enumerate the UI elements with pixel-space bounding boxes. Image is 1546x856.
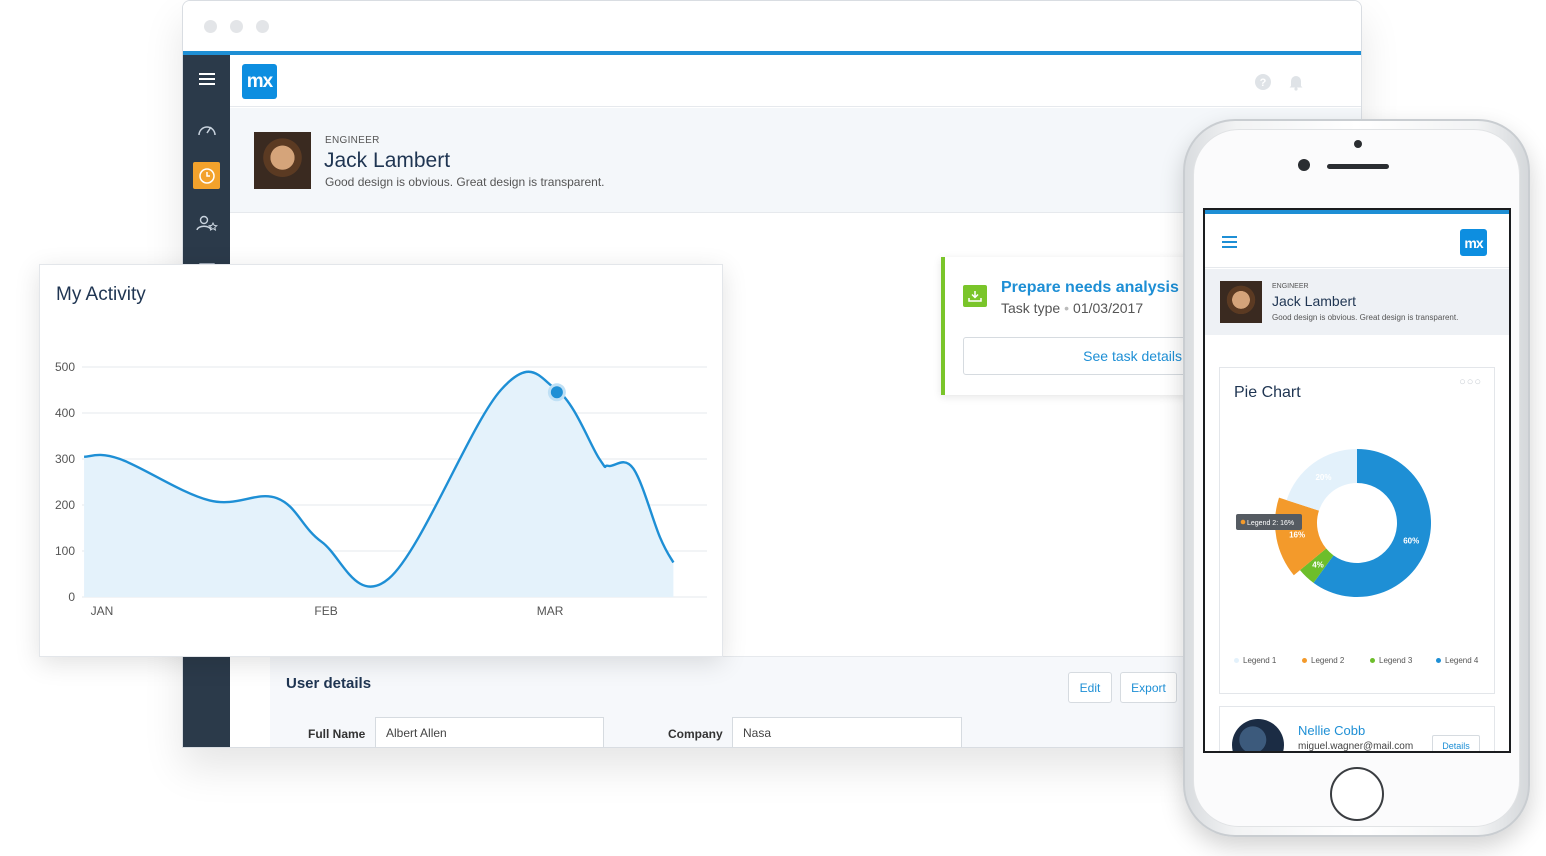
- profile-tagline: Good design is obvious. Great design is …: [325, 175, 605, 189]
- phone-home-button[interactable]: [1330, 767, 1384, 821]
- full-name-field[interactable]: Albert Allen: [375, 717, 604, 747]
- users-star-icon[interactable]: [193, 209, 220, 236]
- mobile-profile-role: ENGINEER: [1272, 283, 1309, 290]
- slice-label: 20%: [1315, 473, 1331, 482]
- legend-label-2: Legend 2: [1311, 656, 1345, 665]
- mobile-profile-tagline: Good design is obvious. Great design is …: [1272, 313, 1459, 322]
- legend-item-4: Legend 4: [1436, 656, 1478, 665]
- task-meta: Task type • 01/03/2017: [1001, 300, 1143, 316]
- top-bar: mx ?: [230, 55, 1361, 107]
- mobile-profile-photo: [1220, 281, 1262, 323]
- legend-swatch-2: [1302, 658, 1307, 663]
- browser-chrome: [183, 1, 1361, 51]
- pie-tooltip: Legend 2: 16%: [1236, 514, 1302, 530]
- edit-button[interactable]: Edit: [1068, 672, 1112, 703]
- task-type: Task type: [1001, 300, 1061, 316]
- phone-speaker: [1327, 164, 1389, 169]
- mx-logo[interactable]: mx: [242, 64, 277, 99]
- mobile-top-bar: mx: [1205, 214, 1509, 268]
- contact-email: miguel.wagner@mail.com: [1298, 741, 1414, 752]
- window-maximize-dot[interactable]: [256, 20, 269, 33]
- bell-icon[interactable]: [1287, 73, 1305, 91]
- contact-avatar: [1232, 719, 1284, 751]
- slice-label: 4%: [1312, 561, 1324, 570]
- highlight-point[interactable]: [550, 386, 563, 399]
- legend-swatch-1: [1234, 658, 1239, 663]
- legend-item-3: Legend 3: [1370, 656, 1412, 665]
- company-field[interactable]: Nasa: [732, 717, 962, 747]
- pie-chart: 60% 4% 16% 20% Legend 2: 16%: [1236, 449, 1431, 597]
- y-tick-label: 100: [55, 544, 75, 558]
- tooltip-swatch: [1240, 519, 1246, 525]
- slice-label: 60%: [1403, 537, 1419, 546]
- phone-screen: mx ENGINEER Jack Lambert Good design is …: [1203, 208, 1511, 753]
- task-card: Prepare needs analysis d Task type • 01/03…: [941, 257, 1203, 395]
- clock-icon[interactable]: [193, 162, 220, 189]
- legend-item-2: Legend 2: [1302, 656, 1344, 665]
- profile-photo: [254, 132, 311, 189]
- mobile-menu-icon[interactable]: [1222, 236, 1238, 249]
- dashboard-icon[interactable]: [193, 115, 220, 142]
- tooltip-text: Legend 2: 16%: [1247, 520, 1294, 527]
- see-task-details-button[interactable]: See task details: [963, 337, 1203, 375]
- legend-swatch-3: [1370, 658, 1375, 663]
- mobile-profile-header: ENGINEER Jack Lambert Good design is obv…: [1205, 269, 1509, 335]
- activity-chart: 0 100 200 300 400 500 JAN FEB MAR: [55, 360, 707, 618]
- slice-label: 16%: [1289, 530, 1305, 539]
- user-details-title: User details: [286, 675, 372, 692]
- task-separator: •: [1064, 300, 1070, 316]
- menu-icon[interactable]: [193, 65, 220, 92]
- mobile-profile-name: Jack Lambert: [1272, 293, 1357, 309]
- legend-swatch-4: [1436, 658, 1441, 663]
- activity-card: My Activity 0 100 200 300 400 500 JAN FEB MAR: [39, 264, 723, 657]
- contact-card: Nellie Cobb miguel.wagner@mail.com Detai…: [1219, 706, 1495, 752]
- y-tick-label: 500: [55, 360, 75, 374]
- phone-sensor: [1354, 140, 1362, 148]
- svg-text:?: ?: [1260, 77, 1267, 89]
- profile-name: Jack Lambert: [324, 149, 451, 172]
- legend-label-1: Legend 1: [1243, 656, 1277, 665]
- profile-role: ENGINEER: [325, 135, 380, 146]
- full-name-label: Full Name: [308, 727, 366, 741]
- contact-name[interactable]: Nellie Cobb: [1298, 723, 1365, 738]
- pie-chart-card: Pie Chart ○○○ 60% 4% 16% 20% Legend 2: 16% L…: [1219, 367, 1495, 694]
- window-close-dot[interactable]: [204, 20, 217, 33]
- task-date: 01/03/2017: [1073, 300, 1144, 316]
- legend-label-3: Legend 3: [1379, 656, 1413, 665]
- window-minimize-dot[interactable]: [230, 20, 243, 33]
- task-title[interactable]: Prepare needs analysis d: [1001, 279, 1193, 297]
- legend-item-1: Legend 1: [1234, 656, 1276, 665]
- x-tick-label: MAR: [537, 604, 564, 618]
- inbox-download-icon: [963, 285, 987, 307]
- y-tick-label: 200: [55, 498, 75, 512]
- legend-label-4: Legend 4: [1445, 656, 1479, 665]
- y-tick-label: 0: [68, 590, 75, 604]
- help-icon[interactable]: ?: [1254, 73, 1272, 91]
- x-tick-label: FEB: [314, 604, 337, 618]
- export-button[interactable]: Export: [1120, 672, 1177, 703]
- contact-details-button[interactable]: Details: [1432, 735, 1480, 751]
- y-tick-label: 400: [55, 406, 75, 420]
- y-tick-label: 300: [55, 452, 75, 466]
- phone-camera: [1298, 159, 1310, 171]
- mobile-mx-logo[interactable]: mx: [1460, 229, 1487, 256]
- company-label: Company: [668, 727, 723, 741]
- x-tick-label: JAN: [91, 604, 114, 618]
